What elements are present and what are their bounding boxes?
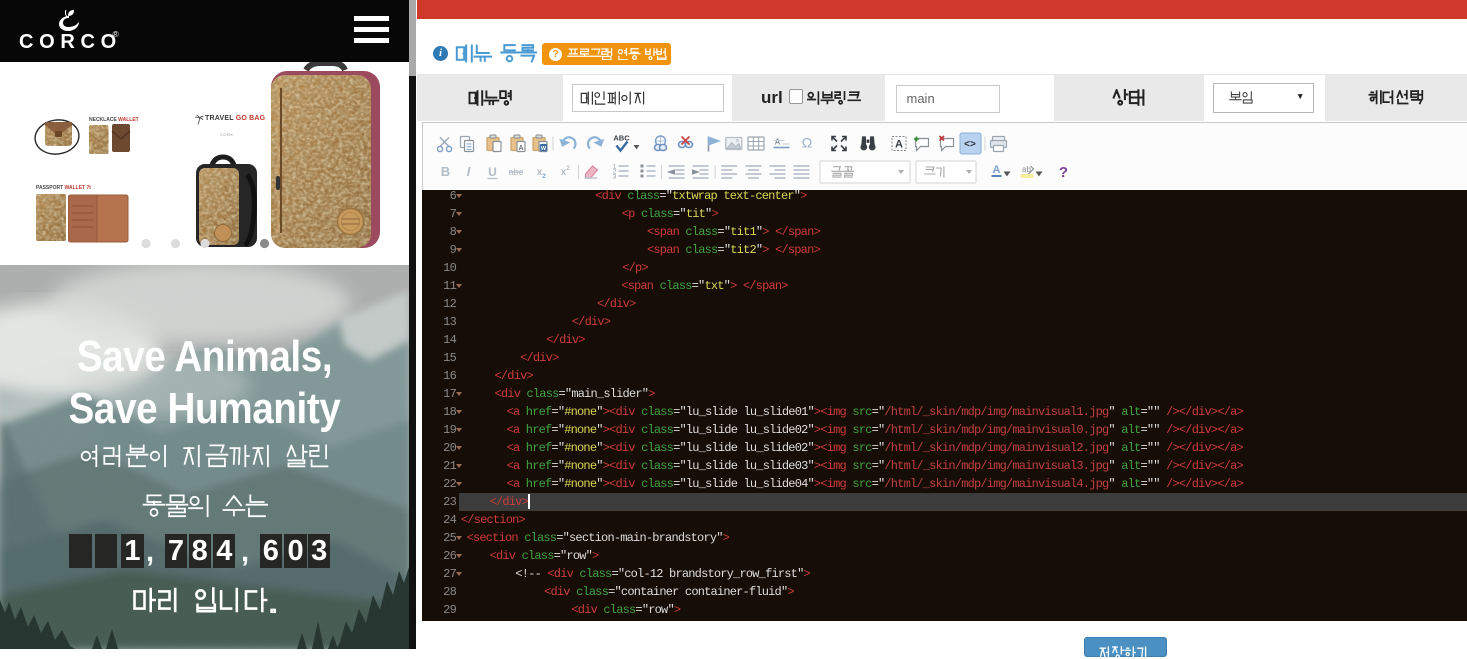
svg-text:I: I	[466, 164, 470, 179]
svg-text:3: 3	[612, 175, 616, 181]
svg-text:B: B	[440, 164, 449, 179]
svg-text:U: U	[488, 165, 497, 179]
svg-text:Ω: Ω	[801, 135, 811, 151]
svg-text:<>: <>	[964, 139, 976, 150]
svg-text:A: A	[895, 139, 903, 151]
svg-text:2: 2	[542, 174, 546, 180]
svg-text:W: W	[540, 146, 546, 152]
svg-text:A: A	[774, 138, 780, 147]
svg-text:?: ?	[1058, 164, 1067, 181]
svg-text:2: 2	[566, 166, 570, 172]
svg-text:ABC: ABC	[613, 134, 630, 143]
svg-text:A: A	[518, 145, 523, 152]
svg-text:A: A	[992, 164, 1000, 176]
